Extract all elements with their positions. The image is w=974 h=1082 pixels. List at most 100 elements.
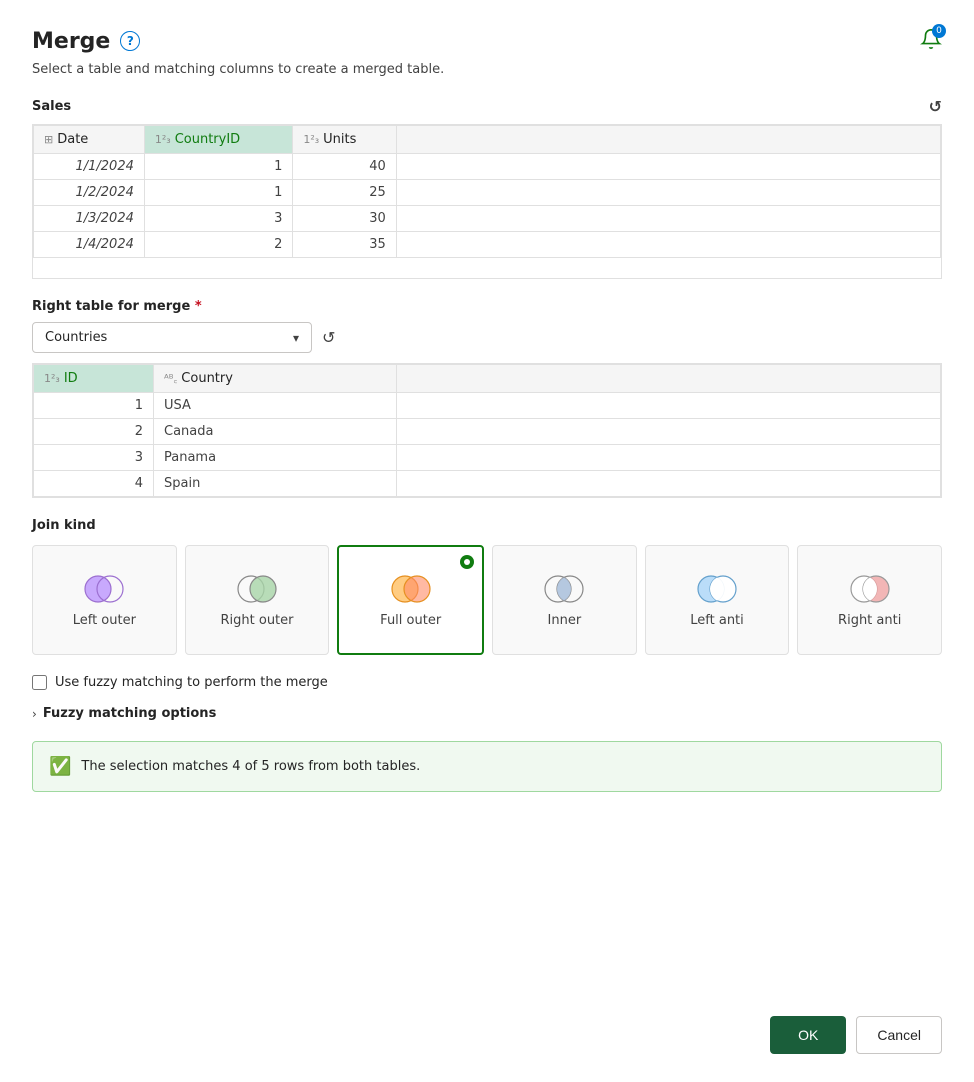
fuzzy-checkbox-label[interactable]: Use fuzzy matching to perform the merge	[55, 675, 328, 690]
fuzzy-options-label: Fuzzy matching options	[43, 706, 217, 721]
join-right-outer-label: Right outer	[221, 613, 294, 628]
sales-empty-4	[396, 232, 940, 258]
countries-col-id[interactable]: 1²₃ID	[34, 365, 154, 393]
table-icon: ⊞	[44, 133, 53, 146]
merge-dialog: Merge ? 0 Select a table and matching co…	[0, 0, 974, 1082]
join-left-anti[interactable]: Left anti	[645, 545, 790, 655]
sales-empty-2	[396, 180, 940, 206]
join-options: Left outer Right outer Full outer	[32, 545, 942, 655]
join-inner-label: Inner	[548, 613, 582, 628]
left-outer-venn-icon	[82, 575, 126, 603]
sales-date-3: 1/3/2024	[34, 206, 145, 232]
join-left-outer[interactable]: Left outer	[32, 545, 177, 655]
sales-label: Sales	[32, 99, 71, 114]
countries-row-2: 2 Canada	[34, 419, 941, 445]
sales-countryid-4: 2	[144, 232, 292, 258]
countries-country-3: Panama	[154, 445, 397, 471]
join-full-outer-label: Full outer	[380, 613, 441, 628]
right-table-refresh-button[interactable]: ↺	[322, 328, 335, 347]
countries-id-4: 4	[34, 471, 154, 497]
check-circle-icon: ✅	[49, 756, 71, 777]
countries-country-2: Canada	[154, 419, 397, 445]
sales-col-date[interactable]: ⊞Date	[34, 126, 145, 154]
right-table-label: Right table for merge *	[32, 299, 942, 314]
countries-empty-1	[396, 393, 940, 419]
fuzzy-options-row[interactable]: › Fuzzy matching options	[32, 706, 942, 721]
sales-col-countryid[interactable]: 1²₃CountryID	[144, 126, 292, 154]
countries-country-4: Spain	[154, 471, 397, 497]
fuzzy-row: Use fuzzy matching to perform the merge	[32, 675, 942, 690]
right-outer-venn-icon	[235, 575, 279, 603]
full-outer-venn-icon	[389, 575, 433, 603]
countries-table: 1²₃ID ᴬᴮ꜀Country 1 USA 2 Canada	[33, 364, 941, 497]
title-row: Merge ? 0	[32, 28, 942, 54]
action-row: OK Cancel	[32, 1016, 942, 1054]
chevron-right-icon: ›	[32, 707, 37, 721]
123-icon: 1²₃	[303, 133, 319, 146]
join-right-anti-label: Right anti	[838, 613, 901, 628]
ok-button[interactable]: OK	[770, 1016, 846, 1054]
sales-row-4: 1/4/2024 2 35	[34, 232, 941, 258]
sales-units-1: 40	[293, 154, 396, 180]
countries-row-3: 3 Panama	[34, 445, 941, 471]
join-inner[interactable]: Inner	[492, 545, 637, 655]
notification-badge: 0	[932, 24, 946, 38]
sales-empty-1	[396, 154, 940, 180]
sales-countryid-3: 3	[144, 206, 292, 232]
countries-row-4: 4 Spain	[34, 471, 941, 497]
countries-country-1: USA	[154, 393, 397, 419]
sales-date-2: 1/2/2024	[34, 180, 145, 206]
countries-col-country[interactable]: ᴬᴮ꜀Country	[154, 365, 397, 393]
cancel-button[interactable]: Cancel	[856, 1016, 942, 1054]
match-banner: ✅ The selection matches 4 of 5 rows from…	[32, 741, 942, 792]
sales-col-units[interactable]: 1²₃Units	[293, 126, 396, 154]
match-banner-text: The selection matches 4 of 5 rows from b…	[81, 759, 420, 774]
countries-id-2: 2	[34, 419, 154, 445]
right-anti-venn-icon	[848, 575, 892, 603]
left-anti-venn-icon	[695, 575, 739, 603]
join-right-outer[interactable]: Right outer	[185, 545, 330, 655]
countries-empty-4	[396, 471, 940, 497]
countries-table-wrapper: 1²₃ID ᴬᴮ꜀Country 1 USA 2 Canada	[32, 363, 942, 498]
countries-col-empty	[396, 365, 940, 393]
countries-empty-3	[396, 445, 940, 471]
countries-row-1: 1 USA	[34, 393, 941, 419]
inner-venn-icon	[542, 575, 586, 603]
sales-countryid-1: 1	[144, 154, 292, 180]
help-icon[interactable]: ?	[120, 31, 140, 51]
countries-header-row: 1²₃ID ᴬᴮ꜀Country	[34, 365, 941, 393]
countries-id-1: 1	[34, 393, 154, 419]
selected-indicator	[460, 555, 474, 569]
required-indicator: *	[195, 299, 202, 314]
sales-row-3: 1/3/2024 3 30	[34, 206, 941, 232]
sales-row-2: 1/2/2024 1 25	[34, 180, 941, 206]
sales-table-wrapper: ⊞Date 1²₃CountryID 1²₃Units 1/1/2024 1 4…	[32, 124, 942, 279]
sales-col-empty	[396, 126, 940, 154]
join-kind-label: Join kind	[32, 518, 942, 533]
title-left: Merge ?	[32, 29, 140, 54]
countries-id-3: 3	[34, 445, 154, 471]
chevron-down-icon: ▾	[293, 331, 299, 345]
dropdown-row: Countries ▾ ↺	[32, 322, 942, 353]
join-right-anti[interactable]: Right anti	[797, 545, 942, 655]
sales-row-1: 1/1/2024 1 40	[34, 154, 941, 180]
notification-icon[interactable]: 0	[920, 28, 942, 54]
sales-empty-3	[396, 206, 940, 232]
fuzzy-checkbox[interactable]	[32, 675, 47, 690]
sales-header-row: ⊞Date 1²₃CountryID 1²₃Units	[34, 126, 941, 154]
right-table-label-text: Right table for merge	[32, 299, 190, 314]
dialog-title: Merge	[32, 29, 110, 54]
join-left-outer-label: Left outer	[73, 613, 136, 628]
join-full-outer[interactable]: Full outer	[337, 545, 484, 655]
dropdown-value: Countries	[45, 330, 107, 345]
sales-units-3: 30	[293, 206, 396, 232]
sales-section-label: Sales ↺	[32, 97, 942, 116]
countries-empty-2	[396, 419, 940, 445]
right-table-dropdown[interactable]: Countries ▾	[32, 322, 312, 353]
sales-countryid-2: 1	[144, 180, 292, 206]
123-icon: 1²₃	[44, 372, 60, 385]
sales-table: ⊞Date 1²₃CountryID 1²₃Units 1/1/2024 1 4…	[33, 125, 941, 258]
abc-icon: ᴬᴮ꜀	[164, 372, 177, 385]
sales-refresh-button[interactable]: ↺	[929, 97, 942, 116]
dialog-subtitle: Select a table and matching columns to c…	[32, 62, 942, 77]
